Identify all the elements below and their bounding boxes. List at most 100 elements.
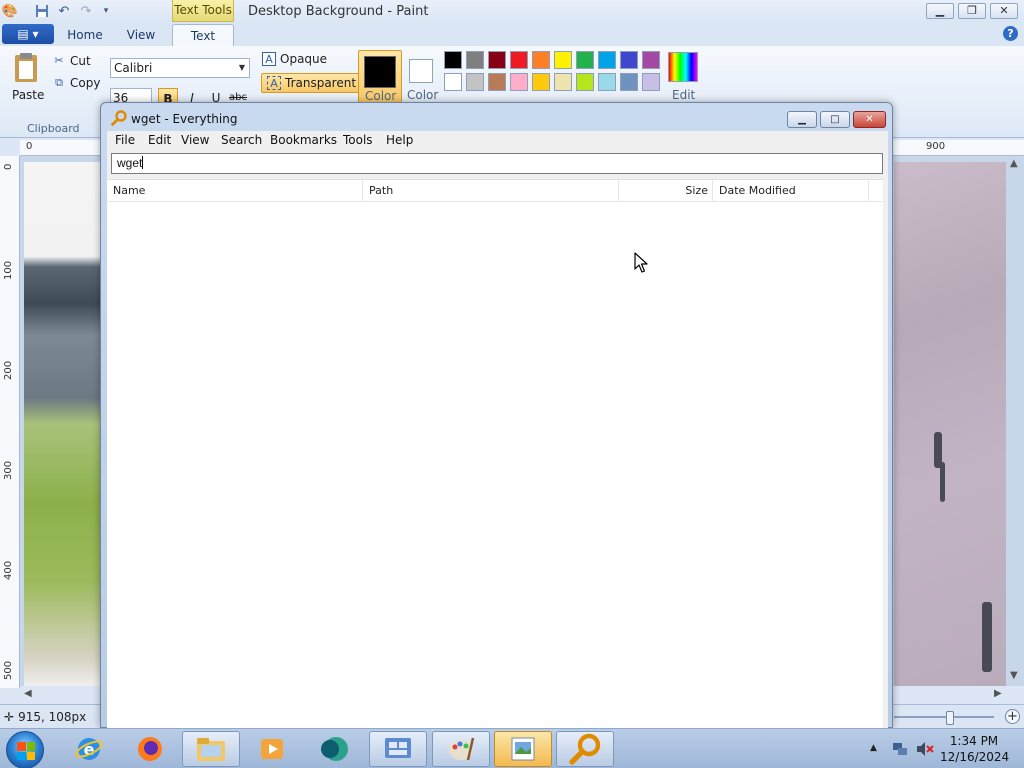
taskbar-firefox[interactable] xyxy=(121,731,179,767)
menu-bookmarks[interactable]: Bookmarks xyxy=(270,133,337,147)
network-icon[interactable] xyxy=(892,741,908,757)
palette-color-swatch[interactable] xyxy=(554,51,572,69)
palette-color-swatch[interactable] xyxy=(554,73,572,91)
paint-minimize-button[interactable]: ▁ xyxy=(926,3,954,19)
column-header-name[interactable]: Name xyxy=(107,180,363,202)
palette-color-swatch[interactable] xyxy=(576,51,594,69)
palette-color-swatch[interactable] xyxy=(642,51,660,69)
canvas-image-left[interactable] xyxy=(24,162,104,686)
font-family-select[interactable]: Calibri ▼ xyxy=(110,58,250,78)
ribbon-tab-bar: ▤ ▾ Home View Text ? xyxy=(0,22,1024,46)
paint-window-title: Desktop Background - Paint xyxy=(248,4,429,19)
volume-muted-icon[interactable] xyxy=(916,741,934,757)
ruler-mark: 400 xyxy=(3,560,14,580)
palette-color-swatch[interactable] xyxy=(620,73,638,91)
tab-home[interactable]: Home xyxy=(60,24,110,46)
show-hidden-icons-icon[interactable]: ▲ xyxy=(870,743,877,753)
scroll-right-icon[interactable]: ▶ xyxy=(994,688,1002,699)
paste-icon[interactable] xyxy=(10,52,44,84)
opaque-button[interactable]: A Opaque xyxy=(262,52,327,66)
paint-menu-button[interactable]: ▤ ▾ xyxy=(2,24,54,44)
everything-close-button[interactable]: ✕ xyxy=(853,111,886,128)
start-button[interactable] xyxy=(6,731,44,768)
paste-button[interactable]: Paste xyxy=(12,88,44,102)
edit-colors-button[interactable]: Edit xyxy=(672,88,695,102)
internet-explorer-icon: e xyxy=(75,738,103,760)
paint-restore-button[interactable]: ❐ xyxy=(958,3,986,19)
column-header-size[interactable]: Size xyxy=(619,180,713,202)
palette-color-swatch[interactable] xyxy=(488,51,506,69)
text-tools-context-label: Text Tools xyxy=(172,0,234,22)
copy-button[interactable]: ⧉ Copy xyxy=(52,76,100,90)
menu-search[interactable]: Search xyxy=(221,133,262,147)
paint-close-button[interactable]: ✕ xyxy=(990,3,1018,19)
column-header-path[interactable]: Path xyxy=(363,180,619,202)
mouse-pointer-icon xyxy=(634,252,648,273)
color-palette xyxy=(444,51,660,91)
palette-color-swatch[interactable] xyxy=(488,73,506,91)
color-1-button[interactable]: Color xyxy=(358,50,402,104)
taskbar-control-panel[interactable] xyxy=(369,731,427,767)
menu-help[interactable]: Help xyxy=(386,133,413,147)
redo-icon[interactable]: ↷ xyxy=(78,3,94,19)
scroll-up-icon[interactable]: ▲ xyxy=(1010,158,1018,169)
palette-color-swatch[interactable] xyxy=(620,51,638,69)
color-2-button[interactable]: Color xyxy=(406,50,438,104)
results-list[interactable]: Name Path Size Date Modified xyxy=(107,179,888,729)
scroll-down-icon[interactable]: ▼ xyxy=(1010,670,1018,681)
palette-color-swatch[interactable] xyxy=(466,51,484,69)
everything-minimize-button[interactable]: ▁ xyxy=(787,111,817,128)
everything-search-bar: wget xyxy=(107,151,888,179)
canvas-image-right[interactable] xyxy=(894,162,1006,686)
menu-view[interactable]: View xyxy=(181,133,209,147)
palette-color-swatch[interactable] xyxy=(532,73,550,91)
palette-color-swatch[interactable] xyxy=(444,51,462,69)
menu-edit[interactable]: Edit xyxy=(148,133,171,147)
palette-color-swatch[interactable] xyxy=(598,73,616,91)
palette-color-swatch[interactable] xyxy=(576,73,594,91)
palette-color-swatch[interactable] xyxy=(642,73,660,91)
palette-color-swatch[interactable] xyxy=(532,51,550,69)
help-icon[interactable]: ? xyxy=(1003,26,1018,41)
clipboard-group-label: Clipboard xyxy=(27,122,80,135)
system-clock[interactable]: 1:34 PM 12/16/2024 xyxy=(940,733,1009,765)
palette-color-swatch[interactable] xyxy=(598,51,616,69)
taskbar-media-player[interactable] xyxy=(243,731,301,767)
edit-colors-icon[interactable] xyxy=(668,52,698,82)
transparent-button[interactable]: A Transparent xyxy=(261,73,363,93)
copy-icon: ⧉ xyxy=(55,76,63,89)
paint-app-icon[interactable]: 🎨 xyxy=(2,3,18,19)
save-icon[interactable] xyxy=(34,3,50,19)
app-globe-icon xyxy=(321,737,348,761)
taskbar-paint[interactable] xyxy=(432,731,490,767)
everything-title-bar[interactable]: wget - Everything ▁ □ ✕ xyxy=(101,103,892,131)
tab-text[interactable]: Text xyxy=(172,24,234,46)
menu-tools[interactable]: Tools xyxy=(343,133,373,147)
paint-title-bar: 🎨 ↶ ↷ ▾ Text Tools Desktop Background - … xyxy=(0,0,1024,22)
menu-file[interactable]: File xyxy=(115,133,135,147)
zoom-in-button[interactable]: + xyxy=(1005,709,1020,724)
search-input[interactable]: wget xyxy=(111,153,883,174)
zoom-slider[interactable] xyxy=(894,716,994,718)
zoom-slider-thumb[interactable] xyxy=(946,711,954,725)
cut-button[interactable]: ✂ Cut xyxy=(52,54,90,68)
everything-window: wget - Everything ▁ □ ✕ File Edit View S… xyxy=(100,102,893,729)
palette-color-swatch[interactable] xyxy=(510,73,528,91)
everything-maximize-button[interactable]: □ xyxy=(820,111,850,128)
taskbar-app-green[interactable] xyxy=(306,731,364,767)
results-header: Name Path Size Date Modified xyxy=(107,180,888,202)
taskbar-background-image[interactable] xyxy=(494,731,552,767)
scroll-left-icon[interactable]: ◀ xyxy=(24,688,32,699)
palette-color-swatch[interactable] xyxy=(510,51,528,69)
column-header-date-modified[interactable]: Date Modified xyxy=(713,180,869,202)
text-caret xyxy=(142,156,144,169)
palette-color-swatch[interactable] xyxy=(444,73,462,91)
tab-view[interactable]: View xyxy=(116,24,166,46)
taskbar-file-explorer[interactable] xyxy=(182,731,240,767)
palette-color-swatch[interactable] xyxy=(466,73,484,91)
taskbar-everything[interactable] xyxy=(556,731,614,767)
undo-icon[interactable]: ↶ xyxy=(56,3,72,19)
results-scrollbar-track[interactable] xyxy=(883,179,888,729)
taskbar-internet-explorer[interactable]: e xyxy=(60,731,118,767)
customize-qat-icon[interactable]: ▾ xyxy=(98,3,114,19)
